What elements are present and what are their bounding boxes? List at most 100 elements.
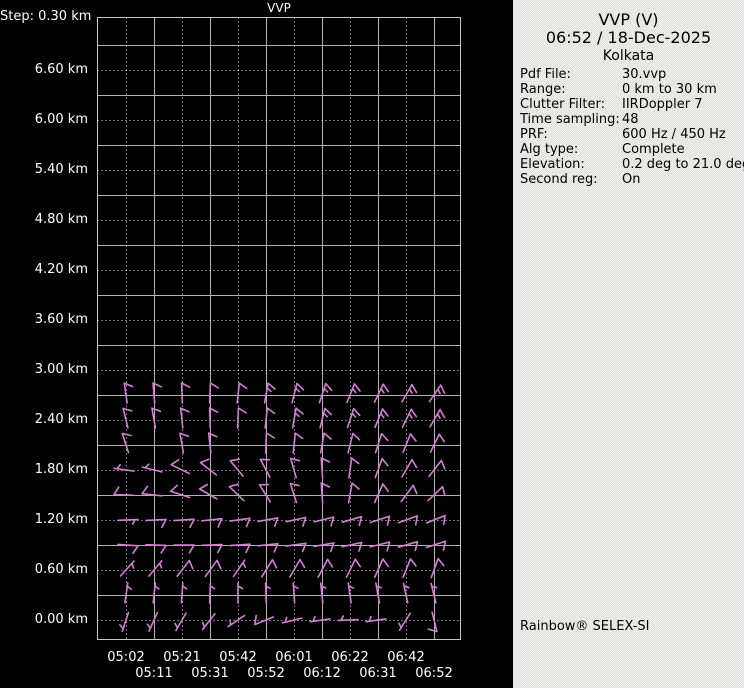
wind-barb [291, 407, 304, 429]
wind-barb-glyph [204, 559, 222, 578]
wind-barb [170, 458, 190, 475]
wind-barb-glyph [124, 582, 132, 604]
wind-barb [374, 457, 389, 479]
wind-barb-glyph [289, 457, 301, 479]
wind-barb [292, 582, 299, 604]
wind-barb [201, 612, 216, 631]
parameter-row: Alg type: Complete [520, 142, 742, 157]
wind-barb [259, 458, 271, 478]
wind-barb-glyph [397, 540, 419, 552]
wind-barbs [113, 382, 447, 633]
wind-barb-glyph [317, 558, 334, 578]
wind-barb-glyph [428, 384, 446, 403]
y-tick-label: 3.60 km [34, 312, 88, 327]
parameter-value: 0 km to 30 km [622, 82, 717, 97]
x-tick-label: 06:22 [331, 650, 369, 665]
parameter-label: Elevation: [520, 157, 585, 172]
wind-barb [236, 382, 248, 404]
wind-barb-glyph [318, 382, 333, 404]
wind-barb-glyph [337, 615, 359, 622]
wind-barb-glyph [341, 541, 363, 552]
wind-barb [229, 517, 251, 528]
wind-barb [173, 518, 195, 529]
wind-barb [199, 458, 218, 476]
wind-barb-glyph [113, 486, 135, 497]
scan-parameter-list: Pdf File: 30.vvp Range: 0 km to 30 km Clutte… [520, 67, 744, 187]
wind-barb-glyph [365, 615, 387, 623]
wind-barb [119, 611, 130, 633]
wind-barb [428, 384, 446, 403]
wind-barb-glyph [373, 483, 389, 504]
wind-barb [400, 484, 418, 503]
wind-barb-glyph [425, 514, 446, 526]
wind-barb [204, 559, 222, 578]
wind-barb [341, 515, 363, 527]
parameter-row: PRF: 600 Hz / 450 Hz [520, 127, 742, 142]
wind-barb-glyph [198, 483, 218, 500]
wind-barb [198, 483, 218, 500]
wind-barb-glyph [141, 463, 163, 473]
wind-barb [229, 458, 244, 477]
y-tick-label: 0.00 km [34, 612, 88, 627]
x-tick-label: 06:42 [387, 650, 425, 665]
y-tick-label: 1.20 km [34, 512, 88, 527]
wind-barb [291, 382, 305, 404]
wind-barb-glyph [113, 464, 135, 472]
wind-barb [430, 582, 438, 604]
wind-barb-glyph [374, 408, 389, 429]
wind-barb [345, 558, 362, 578]
wind-barb [369, 541, 391, 552]
wind-barb-glyph [228, 483, 245, 502]
parameter-value: On [622, 172, 641, 187]
wind-barb [397, 540, 419, 552]
wind-barb [151, 407, 162, 429]
wind-barb-glyph [122, 407, 133, 429]
parameter-label: PRF: [520, 127, 548, 142]
wind-barb-glyph [285, 516, 307, 527]
x-tick-label: 06:52 [415, 666, 453, 681]
wind-barb-glyph [369, 515, 391, 526]
wind-barb [365, 615, 387, 623]
wind-barb [237, 582, 244, 604]
wind-barb [428, 459, 446, 478]
parameter-row: Time sampling: 48 [520, 112, 742, 127]
wind-barb [232, 559, 246, 578]
wind-barb-glyph [232, 559, 246, 578]
parameter-value: 30.vvp [622, 67, 667, 82]
wind-barb-glyph [237, 582, 244, 604]
parameter-label: Time sampling: [520, 112, 620, 127]
wind-barb [317, 558, 334, 578]
wind-barb-glyph [289, 558, 306, 578]
x-tick-label: 05:11 [135, 666, 173, 681]
wind-barb-glyph [402, 558, 417, 579]
wind-barb [141, 485, 163, 497]
wind-barb [257, 517, 279, 528]
wind-barb [374, 432, 389, 454]
wind-barb-glyph [145, 518, 167, 529]
wind-barb [309, 615, 331, 623]
wind-barb-glyph [227, 614, 246, 628]
wind-barb [117, 518, 139, 525]
parameter-row: Elevation: 0.2 deg to 21.0 deg [520, 157, 744, 172]
wind-barb [124, 582, 132, 604]
vvp-radar-window: VVP Step: 0.30 km 6.60 km 6.00 km 5.40 km 4… [0, 0, 744, 688]
wind-barb-glyph [148, 560, 163, 577]
y-tick-label: 5.40 km [34, 162, 88, 177]
wind-barb-glyph [374, 432, 389, 454]
wind-barb [429, 408, 446, 428]
site-name: Kolkata [602, 48, 655, 64]
wind-barb-glyph [402, 582, 410, 604]
wind-barb-glyph [374, 457, 389, 479]
product-title: VVP (V) [598, 10, 659, 29]
wind-barb [173, 544, 195, 554]
wind-barb [337, 615, 359, 622]
wind-barb-glyph [341, 515, 363, 527]
wind-barb [113, 464, 135, 472]
wind-barb-glyph [146, 611, 159, 632]
wind-barb [341, 541, 363, 552]
y-tick-label: 4.80 km [34, 212, 88, 227]
wind-barb-glyph [236, 382, 248, 404]
wind-barb-glyph [427, 485, 446, 502]
wind-barb [313, 542, 335, 553]
x-tick-label: 05:31 [191, 666, 229, 681]
